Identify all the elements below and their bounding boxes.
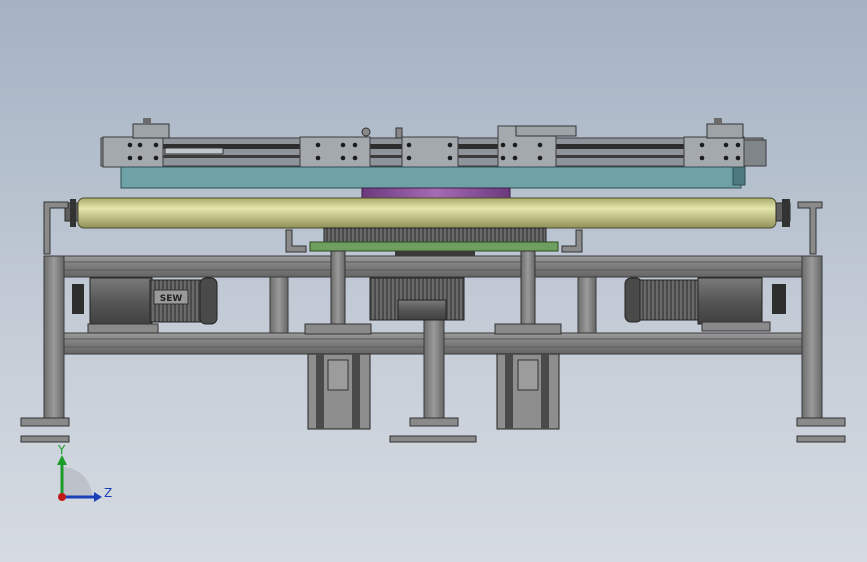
foot-right: [796, 417, 846, 427]
cylinder-rod: [164, 147, 224, 155]
motor-right-sprocket: [772, 284, 786, 314]
y-axis-label: Y: [58, 443, 66, 457]
cylinder-left-rod: [330, 250, 346, 326]
z-axis-arrow: [94, 492, 102, 502]
top-carriage[interactable]: [100, 118, 767, 203]
motor-right-fan: [624, 277, 643, 323]
foot-left: [20, 417, 70, 427]
foot-left-lower: [20, 435, 70, 443]
motor-left-gearbox: [89, 277, 153, 327]
bracket-top-right: [706, 123, 744, 139]
green-base-plate: [309, 241, 559, 252]
triad-plane-sector: [62, 467, 92, 497]
frame-post-inner-left: [269, 276, 289, 334]
gear-ring: [323, 227, 547, 243]
carriage-block-left: [102, 136, 164, 168]
motor-right-base: [701, 321, 771, 332]
sensor-post: [395, 127, 403, 139]
motor-right[interactable]: [624, 277, 786, 332]
bracket-top-mid: [515, 125, 577, 137]
machine-assembly-drawing[interactable]: SEW: [0, 0, 867, 562]
sensor-knob: [361, 127, 371, 137]
motor-left-sprocket: [72, 284, 84, 314]
cylinder-right-plate: [494, 323, 562, 335]
carriage-block-midleft: [299, 136, 371, 168]
cylinder-right-rod: [520, 250, 536, 326]
motor-left[interactable]: SEW: [72, 277, 218, 334]
bracket-top-left-cap: [143, 118, 151, 125]
roller-sprocket-right: [782, 199, 790, 227]
support-bracket-right: [561, 229, 583, 253]
motor-center[interactable]: [369, 277, 465, 321]
carriage-block-center: [401, 136, 459, 168]
teal-plate-edge: [732, 166, 746, 186]
roller-body: [77, 197, 777, 229]
triad-origin: [58, 493, 66, 501]
bracket-top-left: [132, 123, 170, 139]
motor-right-gearbox: [697, 277, 763, 325]
cylinder-left-plate: [304, 323, 372, 335]
motor-right-housing: [639, 279, 701, 321]
frame-post-left: [43, 255, 65, 423]
foot-right-lower: [796, 435, 846, 443]
z-axis-label: Z: [104, 486, 113, 500]
foot-center: [409, 417, 459, 427]
bracket-top-right-cap: [714, 118, 722, 125]
motor-left-base: [87, 323, 159, 334]
motor-left-fan: [199, 277, 218, 325]
frame-post-inner-right: [577, 276, 597, 334]
coordinate-triad: [57, 455, 102, 502]
motor-brand-label: SEW: [160, 294, 183, 304]
frame-top-beam: [43, 255, 823, 278]
carriage-block-right: [683, 136, 745, 168]
carriage-endcap-right: [743, 139, 767, 167]
motor-center-gearbox: [397, 299, 447, 321]
roller-bracket-left: [43, 201, 69, 255]
roller-bracket-right: [797, 201, 823, 255]
foot-center-lower: [389, 435, 477, 443]
frame-post-right: [801, 255, 823, 423]
roller-sprocket-left: [70, 199, 76, 227]
rotary-gear-assembly: [285, 227, 583, 257]
support-bracket-left: [285, 229, 307, 253]
teal-mounting-plate: [120, 166, 742, 189]
cad-viewport[interactable]: SEW Y Z: [0, 0, 867, 562]
